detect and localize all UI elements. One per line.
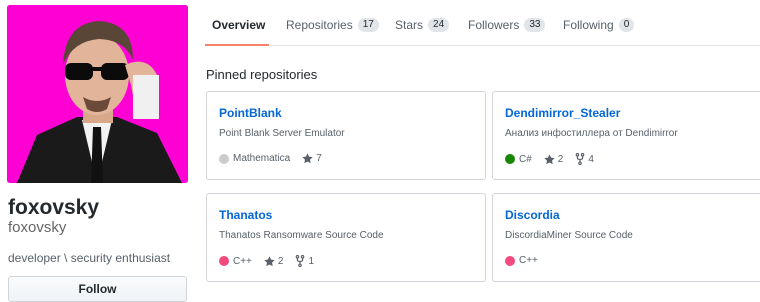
- tab-count: 0: [618, 18, 635, 32]
- repo-link[interactable]: Thanatos: [219, 208, 272, 222]
- follow-button[interactable]: Follow: [8, 276, 187, 302]
- repo-description: DiscordiaMiner Source Code: [505, 230, 633, 241]
- language-color-dot: [219, 256, 229, 266]
- repo-meta: C# 2 4: [505, 153, 606, 165]
- repo-stars[interactable]: 7: [302, 153, 322, 164]
- fork-count: 4: [588, 153, 594, 165]
- profile-bio: developer \ security enthusiast: [8, 251, 171, 265]
- tab-repositories[interactable]: Repositories 17: [286, 18, 379, 32]
- repo-forks[interactable]: 1: [295, 255, 314, 267]
- repo-language: C++: [505, 255, 538, 266]
- tab-count: 24: [428, 18, 450, 32]
- tab-label: Followers: [468, 18, 520, 32]
- repo-description: Point Blank Server Emulator: [219, 128, 345, 139]
- repo-meta: C++ 2 1: [219, 255, 326, 267]
- language-color-dot: [505, 255, 515, 266]
- fork-icon: [575, 153, 585, 165]
- repo-stars[interactable]: 2: [544, 153, 564, 165]
- repo-meta: Mathematica 7: [219, 153, 334, 164]
- repo-language: C#: [505, 154, 532, 165]
- language-label: C++: [519, 255, 538, 266]
- pinned-repos-heading: Pinned repositories: [206, 67, 318, 82]
- repo-description: Анализ инфостиллера от Dendimirror: [505, 128, 678, 139]
- repo-card: Discordia DiscordiaMiner Source Code C++: [492, 193, 760, 282]
- star-count: 2: [277, 255, 284, 267]
- tab-following[interactable]: Following 0: [563, 18, 635, 32]
- language-color-dot: [219, 153, 229, 164]
- star-icon: [302, 153, 313, 164]
- fork-count: 1: [308, 255, 315, 267]
- star-count: 2: [557, 153, 564, 165]
- repo-stars[interactable]: 2: [264, 255, 284, 267]
- profile-username: foxovsky: [8, 219, 67, 236]
- repo-meta: C++: [505, 255, 550, 266]
- repo-link[interactable]: PointBlank: [219, 106, 282, 120]
- repo-forks[interactable]: 4: [575, 153, 594, 165]
- repo-card: PointBlank Point Blank Server Emulator M…: [206, 91, 486, 180]
- tab-followers[interactable]: Followers 33: [468, 18, 546, 32]
- tab-stars[interactable]: Stars 24: [395, 18, 450, 32]
- avatar[interactable]: [7, 5, 188, 183]
- tab-count: 17: [357, 18, 379, 32]
- tab-label: Repositories: [286, 18, 353, 32]
- profile-full-name: foxovsky: [8, 196, 100, 219]
- star-count: 7: [316, 153, 322, 164]
- avatar-image: [7, 5, 188, 183]
- repo-card: Dendimirror_Stealer Анализ инфостиллера …: [492, 91, 760, 180]
- language-label: Mathematica: [233, 153, 291, 164]
- language-color-dot: [505, 154, 515, 164]
- repo-link[interactable]: Dendimirror_Stealer: [505, 106, 620, 120]
- repo-language: C++: [219, 256, 252, 267]
- repo-link[interactable]: Discordia: [505, 208, 560, 222]
- active-tab-indicator: [205, 44, 269, 46]
- tab-label: Overview: [212, 18, 266, 32]
- tab-count: 33: [524, 18, 546, 32]
- tab-label: Following: [563, 18, 614, 32]
- language-label: C++: [233, 255, 252, 267]
- repo-description: Thanatos Ransomware Source Code: [219, 230, 384, 241]
- repo-card: Thanatos Thanatos Ransomware Source Code…: [206, 193, 486, 282]
- star-icon: [264, 255, 275, 266]
- language-label: C#: [519, 153, 532, 165]
- star-icon: [544, 153, 555, 164]
- tab-overview[interactable]: Overview: [212, 18, 265, 32]
- tab-label: Stars: [395, 18, 424, 32]
- fork-icon: [296, 255, 305, 267]
- repo-language: Mathematica: [219, 153, 290, 164]
